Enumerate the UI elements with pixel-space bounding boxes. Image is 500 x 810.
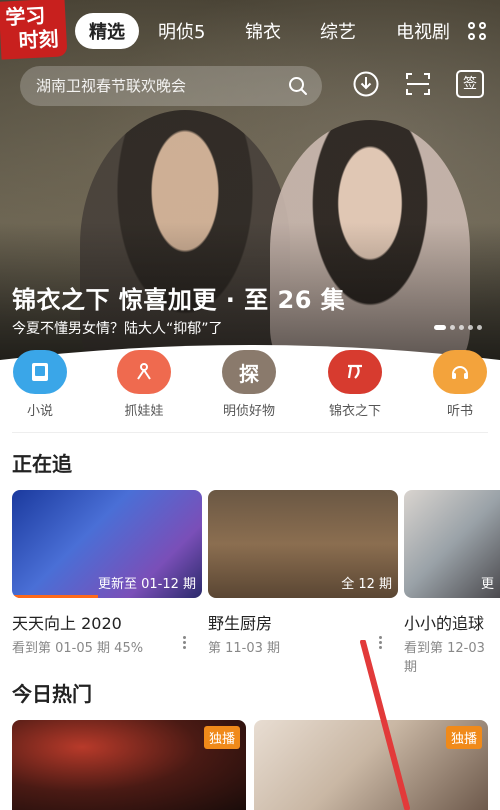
card-title[interactable]: 小小的追球: [404, 610, 484, 634]
episode-tag: 更新至 01-12 期: [97, 577, 196, 592]
search-input[interactable]: [36, 77, 266, 95]
search-icon[interactable]: [288, 76, 308, 96]
tab-jinyi[interactable]: 锦衣: [245, 18, 281, 44]
shortcut-novel[interactable]: 小说: [0, 350, 80, 419]
episode-tag: 更: [480, 577, 494, 592]
novel-icon: [13, 350, 67, 394]
exclusive-badge: 独播: [445, 726, 482, 749]
claw-icon: [117, 350, 171, 394]
card-progress-text: 看到第 01-05 期 45%: [12, 641, 144, 656]
tab-featured[interactable]: 精选: [75, 13, 139, 49]
top-nav: 学习 时刻 精选 明侦5 锦衣 综艺 电视剧: [0, 0, 500, 62]
episode-tag: 全 12 期: [341, 577, 392, 592]
card-progress-text: 第 11-03 期: [208, 641, 281, 656]
watching-card-1[interactable]: 更新至 01-12 期: [12, 490, 202, 598]
grid-menu-icon[interactable]: [468, 22, 488, 42]
tab-tv-series[interactable]: 电视剧: [396, 18, 450, 44]
scan-icon[interactable]: [404, 70, 432, 98]
progress-bar: [12, 595, 98, 598]
more-options-icon[interactable]: [181, 634, 187, 652]
shortcut-detective-goods[interactable]: 探 明侦好物: [209, 350, 289, 419]
detective-goods-icon: 探: [222, 350, 276, 394]
carousel-indicator: [434, 325, 482, 330]
shortcut-row: 小说 抓娃娃 探 明侦好物 锦衣之下 听书: [0, 350, 500, 420]
section-title-hot: 今日热门: [12, 682, 92, 706]
shortcut-jinyi[interactable]: 锦衣之下: [315, 350, 395, 419]
download-icon[interactable]: [352, 70, 380, 98]
shortcut-claw-machine[interactable]: 抓娃娃: [104, 350, 184, 419]
exclusive-badge: 独播: [203, 726, 240, 749]
checkin-icon[interactable]: 签: [456, 70, 484, 98]
watching-card-3[interactable]: 更: [404, 490, 500, 598]
card-title[interactable]: 野生厨房: [208, 610, 272, 634]
shortcut-audiobook[interactable]: 听书: [420, 350, 500, 419]
hot-card-1[interactable]: 独播: [12, 720, 246, 810]
audiobook-icon: [433, 350, 487, 394]
search-bar[interactable]: [20, 66, 322, 106]
hero-subtitle: 今夏不懂男女情？陆大人“抑郁”了: [12, 321, 223, 337]
tab-detective[interactable]: 明侦5: [158, 18, 205, 44]
jinyi-icon: [328, 350, 382, 394]
card-title[interactable]: 天天向上 2020: [12, 610, 122, 634]
tab-variety[interactable]: 综艺: [320, 18, 356, 44]
section-title-watching: 正在追: [12, 452, 72, 476]
hero-title[interactable]: 锦衣之下 惊喜加更 · 至 26 集: [12, 280, 345, 315]
watching-card-2[interactable]: 全 12 期: [208, 490, 398, 598]
card-progress-text: 看到第 12-03 期: [404, 641, 485, 675]
app-logo[interactable]: 学习 时刻: [0, 0, 68, 60]
annotation-arrow: [360, 640, 410, 810]
